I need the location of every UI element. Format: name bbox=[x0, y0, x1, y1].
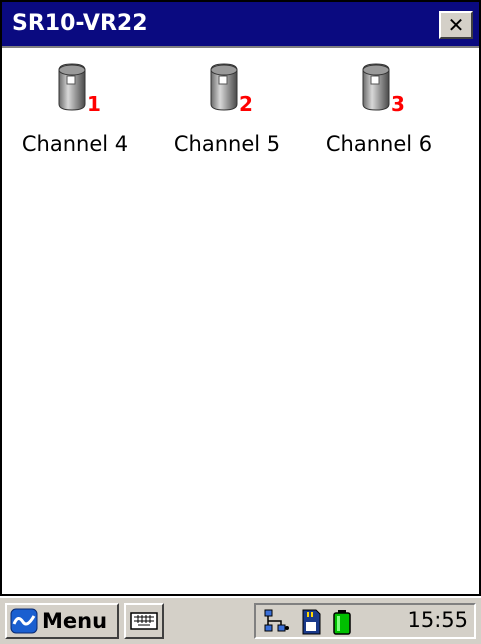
menu-label: Menu bbox=[42, 609, 108, 633]
close-icon: ✕ bbox=[447, 13, 465, 37]
channel-item-2[interactable]: 2 Channel 5 bbox=[162, 62, 292, 156]
system-tray: 15:55 bbox=[254, 603, 476, 639]
keyboard-button[interactable] bbox=[124, 603, 164, 639]
start-menu-button[interactable]: Menu bbox=[5, 603, 119, 639]
database-icon: 3 bbox=[362, 63, 405, 114]
network-icon[interactable] bbox=[262, 609, 290, 635]
app-window: SR10-VR22 ✕ 1 Channel 4 2 Channel 5 3 Ch… bbox=[0, 0, 481, 596]
channel-label: Channel 5 bbox=[173, 132, 281, 156]
channel-label: Channel 6 bbox=[325, 132, 433, 156]
window-title: SR10-VR22 bbox=[12, 11, 148, 36]
close-button[interactable]: ✕ bbox=[439, 11, 473, 39]
channel-list: 1 Channel 4 2 Channel 5 3 Channel 6 bbox=[2, 46, 479, 594]
channel-number-badge: 1 bbox=[87, 92, 101, 114]
channel-item-1[interactable]: 1 Channel 4 bbox=[10, 62, 140, 156]
memory-card-icon[interactable] bbox=[300, 609, 322, 635]
channel-number-badge: 2 bbox=[239, 92, 253, 114]
database-icon: 1 bbox=[58, 63, 101, 114]
channel-item-3[interactable]: 3 Channel 6 bbox=[314, 62, 444, 156]
database-icon: 2 bbox=[210, 63, 253, 114]
title-bar: SR10-VR22 ✕ bbox=[2, 2, 479, 46]
taskbar: Menu 15:55 bbox=[0, 596, 481, 644]
start-logo-icon bbox=[10, 608, 38, 634]
clock[interactable]: 15:55 bbox=[407, 608, 468, 632]
keyboard-icon bbox=[130, 612, 158, 630]
battery-icon[interactable] bbox=[332, 609, 352, 635]
channel-number-badge: 3 bbox=[391, 92, 405, 114]
channel-label: Channel 4 bbox=[21, 132, 129, 156]
